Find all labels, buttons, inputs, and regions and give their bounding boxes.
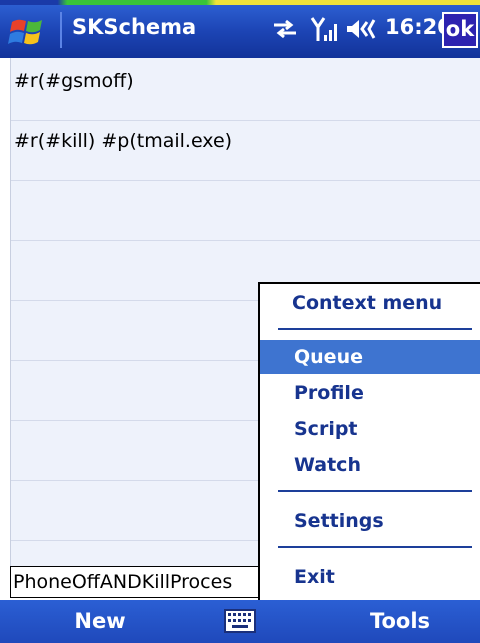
app-title: SKSchema [72,15,197,39]
menu-bar: New Tools [0,600,480,643]
title-bar: SKSchema 16:20 ok [0,0,480,58]
menu-item-settings[interactable]: Settings [260,504,480,538]
menu-item-watch[interactable]: Watch [260,448,480,482]
volume-icon[interactable] [345,17,377,41]
title-accent-strip [0,0,480,5]
list-item[interactable]: #r(#gsmoff) [14,70,134,92]
ok-button[interactable]: ok [442,12,478,48]
menu-item-script[interactable]: Script [260,412,480,446]
menu-item-profile[interactable]: Profile [260,376,480,410]
title-separator [60,12,62,48]
row-divider [11,180,480,181]
row-divider [11,120,480,121]
menu-item-exit[interactable]: Exit [260,560,480,594]
keyboard-icon[interactable] [224,609,256,633]
menu-separator [278,328,472,330]
windows-start-icon[interactable] [6,12,56,50]
name-input[interactable]: PhoneOffANDKillProces [10,566,262,598]
signal-icon[interactable] [310,15,338,43]
menu-separator [278,546,472,548]
list-item[interactable]: #r(#kill) #p(tmail.exe) [14,130,232,152]
menu-separator [278,490,472,492]
new-button[interactable]: New [40,600,160,643]
menu-item-queue[interactable]: Queue [260,340,480,374]
tools-button[interactable]: Tools [340,600,460,643]
sync-icon[interactable] [270,17,300,41]
context-menu-header: Context menu [292,292,443,314]
row-divider [11,240,480,241]
context-menu: Context menu Queue Profile Script Watch … [258,282,480,600]
